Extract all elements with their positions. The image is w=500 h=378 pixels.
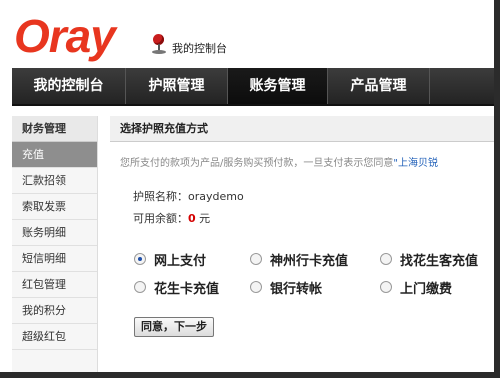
sidebar-item-remittance-claim[interactable]: 汇款招领 bbox=[12, 168, 97, 194]
radio-button[interactable] bbox=[134, 281, 146, 293]
window-shadow-bottom bbox=[0, 372, 500, 378]
option-find-peanut-agent[interactable]: 找花生客充值 bbox=[380, 250, 500, 269]
sidebar-header: 财务管理 bbox=[12, 116, 97, 142]
sidebar-item-redpacket-manage[interactable]: 红包管理 bbox=[12, 272, 97, 298]
logo-text: Oray bbox=[14, 10, 116, 62]
nav-tab-console[interactable]: 我的控制台 bbox=[12, 68, 126, 104]
nav-tab-billing[interactable]: 账务管理 bbox=[228, 68, 328, 104]
option-label: 找花生客充值 bbox=[400, 253, 479, 269]
option-onsite-payment[interactable]: 上门缴费 bbox=[380, 278, 500, 297]
option-bank-transfer[interactable]: 银行转帐 bbox=[250, 278, 380, 297]
sidebar-item-invoice[interactable]: 索取发票 bbox=[12, 194, 97, 220]
option-label: 花生卡充值 bbox=[154, 281, 220, 297]
option-label: 神州行卡充值 bbox=[270, 253, 349, 269]
console-title: 我的控制台 bbox=[172, 42, 227, 55]
page-frame: Oray 我的控制台 我的控制台 护照管理 账务管理 产品管理 财务管理 充值 … bbox=[0, 0, 500, 378]
balance-row: 可用余额：0 元 bbox=[133, 210, 210, 226]
sidebar-item-points[interactable]: 我的积分 bbox=[12, 298, 97, 324]
option-shenzhouxing-card[interactable]: 神州行卡充值 bbox=[250, 250, 380, 269]
window-shadow-right bbox=[494, 0, 500, 378]
option-label: 银行转帐 bbox=[270, 281, 323, 297]
nav-tab-passport[interactable]: 护照管理 bbox=[126, 68, 228, 104]
option-label: 网上支付 bbox=[154, 253, 207, 269]
pushpin-icon bbox=[150, 34, 168, 56]
passport-value: oraydemo bbox=[188, 190, 244, 203]
balance-label: 可用余额： bbox=[133, 212, 188, 225]
radio-button[interactable] bbox=[250, 253, 262, 265]
notice-text: 您所支付的款项为产品/服务购买预付款，一旦支付表示您同意 bbox=[120, 158, 394, 169]
nav-filler bbox=[430, 68, 494, 104]
balance-unit: 元 bbox=[199, 212, 211, 225]
radio-button[interactable] bbox=[250, 281, 262, 293]
agree-next-button[interactable]: 同意，下一步 bbox=[134, 317, 214, 337]
passport-row: 护照名称：oraydemo bbox=[133, 188, 244, 204]
oray-logo[interactable]: Oray bbox=[14, 10, 116, 62]
option-peanut-card[interactable]: 花生卡充值 bbox=[134, 278, 250, 297]
sidebar-item-sms-details[interactable]: 短信明细 bbox=[12, 246, 97, 272]
payment-options-row-2: 花生卡充值 银行转帐 上门缴费 bbox=[134, 278, 500, 297]
sidebar-item-account-details[interactable]: 账务明细 bbox=[12, 220, 97, 246]
payment-notice: 您所支付的款项为产品/服务购买预付款，一旦支付表示您同意"上海贝锐 bbox=[120, 154, 438, 169]
radio-button[interactable] bbox=[380, 281, 392, 293]
sidebar-item-super-redpacket[interactable]: 超级红包 bbox=[12, 324, 97, 350]
payment-options-row-1: 网上支付 神州行卡充值 找花生客充值 bbox=[134, 250, 500, 269]
panel-title: 选择护照充值方式 bbox=[110, 116, 494, 142]
main-nav: 我的控制台 护照管理 账务管理 产品管理 bbox=[12, 68, 494, 106]
sidebar: 财务管理 充值 汇款招领 索取发票 账务明细 短信明细 红包管理 我的积分 超级… bbox=[12, 116, 98, 372]
option-online-pay[interactable]: 网上支付 bbox=[134, 250, 250, 269]
sidebar-item-recharge[interactable]: 充值 bbox=[12, 142, 97, 168]
radio-button[interactable] bbox=[380, 253, 392, 265]
option-label: 上门缴费 bbox=[400, 281, 453, 297]
radio-button[interactable] bbox=[134, 253, 146, 265]
balance-value: 0 bbox=[188, 212, 196, 225]
terms-link[interactable]: "上海贝锐 bbox=[393, 158, 438, 169]
nav-tab-products[interactable]: 产品管理 bbox=[328, 68, 430, 104]
main-panel: 选择护照充值方式 您所支付的款项为产品/服务购买预付款，一旦支付表示您同意"上海… bbox=[110, 116, 494, 372]
passport-label: 护照名称： bbox=[133, 190, 188, 203]
